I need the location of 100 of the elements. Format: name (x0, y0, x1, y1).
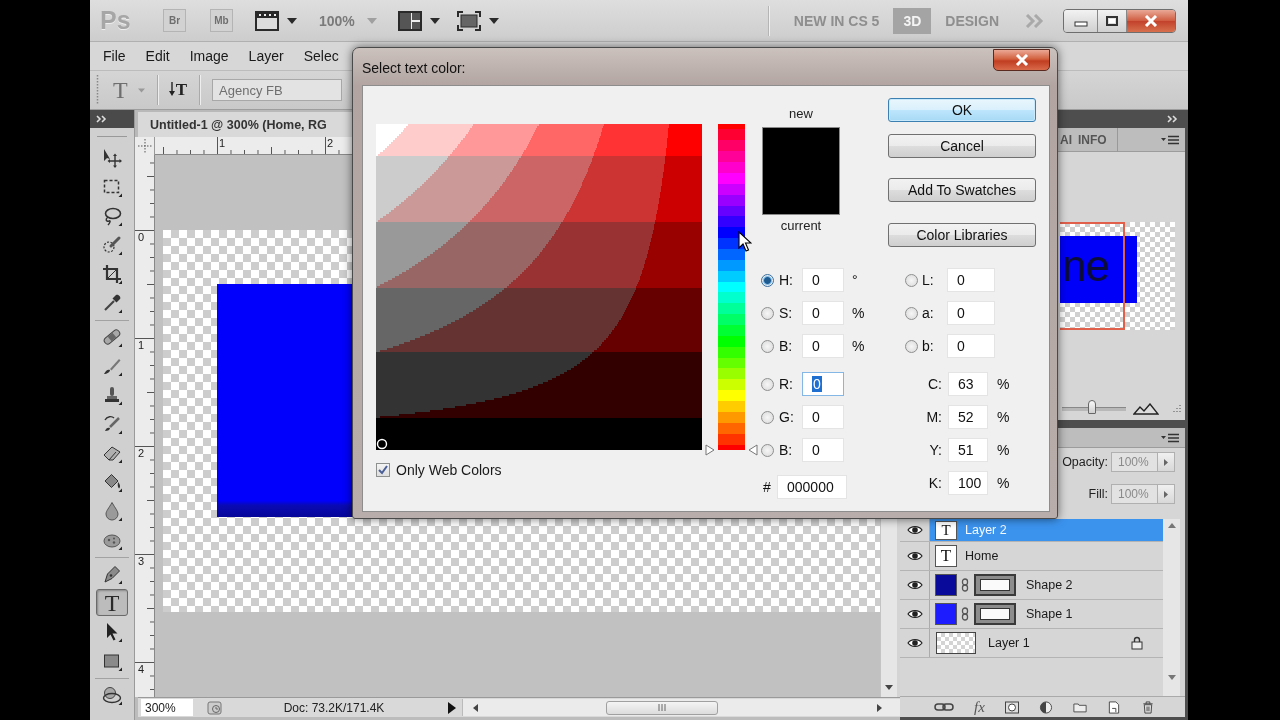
panel-menu-icon[interactable] (1161, 134, 1179, 145)
value-field[interactable]: 0 (947, 334, 995, 358)
lasso-icon (102, 205, 122, 226)
text-orientation-button[interactable]: T (168, 80, 187, 100)
scroll-down-arrow-icon[interactable] (885, 685, 893, 690)
panes-icon (397, 10, 422, 31)
value-field[interactable]: 0 (802, 268, 844, 292)
panel-menu-icon[interactable] (1161, 432, 1179, 443)
scroll-up-arrow-icon[interactable] (1167, 523, 1176, 528)
close-button[interactable] (1127, 9, 1175, 32)
grip-icon (96, 75, 99, 105)
value-field[interactable]: 0 (802, 334, 844, 358)
fill-slider-button[interactable] (1158, 484, 1175, 504)
resize-grip-icon[interactable] (1171, 404, 1181, 414)
hue-slider-handle[interactable] (705, 444, 758, 456)
scroll-left-arrow-icon[interactable] (473, 703, 478, 712)
maximize-button[interactable] (1098, 9, 1127, 32)
radio-button[interactable] (905, 273, 918, 287)
mountains-icon[interactable] (1133, 403, 1159, 415)
menu-item[interactable]: Layer (238, 45, 294, 67)
layer-row[interactable]: Shape 2 (930, 571, 1163, 599)
color-swatch[interactable] (763, 171, 839, 214)
view-extras-button[interactable] (255, 10, 297, 31)
pen-icon (102, 563, 122, 584)
radio-button[interactable] (761, 306, 774, 320)
tool-button[interactable]: T (96, 589, 128, 616)
close-icon (1014, 54, 1029, 66)
zoom-field[interactable]: 300% (141, 699, 193, 716)
ruler-label: 1 (138, 340, 145, 351)
opacity-slider-button[interactable] (1158, 452, 1175, 472)
circle-square-icon[interactable] (1004, 700, 1019, 714)
value-field[interactable]: 51 (948, 438, 988, 462)
half-circle-icon[interactable] (1038, 700, 1053, 714)
layers-scrollbar[interactable] (1163, 519, 1180, 696)
scroll-down-arrow-icon[interactable] (1167, 675, 1176, 680)
link-icon[interactable] (934, 702, 954, 712)
triangle-right-icon[interactable] (448, 701, 456, 714)
value-field[interactable]: 63 (948, 372, 988, 396)
layer-name: Layer 1 (988, 636, 1030, 650)
radio-button[interactable] (761, 339, 774, 353)
radio-button[interactable] (905, 339, 918, 353)
font-family-field[interactable]: Agency FB (212, 79, 342, 101)
menu-item[interactable]: Image (179, 45, 239, 67)
radio-button[interactable] (761, 273, 774, 287)
dialog-button[interactable]: Cancel (888, 134, 1036, 158)
menu-item[interactable]: Selec (293, 45, 349, 67)
clock-icon[interactable] (207, 700, 223, 715)
picker-ring-icon[interactable] (376, 438, 388, 450)
value-field[interactable]: 0 (802, 405, 844, 429)
move-icon (102, 147, 122, 168)
layer-name: Shape 1 (1026, 607, 1073, 621)
panel-tab[interactable]: AI (1060, 132, 1078, 147)
value-field[interactable]: 0 (947, 301, 995, 325)
chain-link-icon[interactable] (961, 607, 969, 621)
dialog-button[interactable]: Color Libraries (888, 223, 1036, 247)
chain-link-icon[interactable] (961, 578, 969, 592)
color-swatch[interactable] (763, 128, 839, 171)
hex-field[interactable]: 000000 (777, 475, 847, 499)
scroll-right-arrow-icon[interactable] (877, 703, 882, 712)
color-field[interactable] (376, 124, 702, 450)
radio-button[interactable] (905, 306, 918, 320)
triangle-right-icon (1164, 458, 1168, 466)
field-label: b: (922, 338, 935, 354)
dialog-button[interactable]: Add To Swatches (888, 178, 1036, 202)
lock-icon[interactable] (1131, 636, 1143, 650)
horizontal-scrollbar[interactable] (462, 699, 900, 716)
scrollbar-thumb[interactable] (606, 700, 718, 715)
trash-icon[interactable] (1140, 700, 1155, 714)
zoom-slider-thumb[interactable] (1088, 400, 1097, 414)
layer-row[interactable]: T Home (930, 542, 1163, 570)
radio-button[interactable] (761, 443, 774, 457)
panel-tab[interactable]: INFO (1078, 127, 1118, 152)
radio-button[interactable] (761, 410, 774, 424)
arrange-documents-button[interactable] (397, 10, 440, 31)
eye-icon (906, 551, 923, 561)
checkbox[interactable] (376, 463, 390, 477)
folder-icon[interactable] (1072, 700, 1087, 714)
field-label: B: (779, 338, 794, 354)
screen-mode-button[interactable] (456, 10, 499, 31)
menu-item[interactable]: File (93, 45, 136, 67)
thumbnail-text: ne (1062, 244, 1109, 288)
close-button[interactable] (993, 49, 1050, 71)
field-label: H: (779, 272, 794, 288)
value-field[interactable]: 0 (802, 438, 844, 462)
new-page-icon[interactable] (1106, 700, 1121, 714)
layer-row[interactable]: Shape 1 (930, 600, 1163, 628)
value-field[interactable]: 0 (802, 301, 844, 325)
layer-style-button[interactable]: fx (974, 698, 985, 716)
menu-item[interactable]: Edit (135, 45, 180, 67)
vector-mask-thumbnail (974, 603, 1016, 625)
value-field[interactable]: 100 (948, 471, 988, 495)
value-field[interactable]: 52 (948, 405, 988, 429)
field-label: K: (927, 475, 942, 491)
radio-button[interactable] (761, 377, 774, 391)
value-field[interactable]: 0 (947, 268, 995, 292)
value-field[interactable]: 0 (802, 372, 844, 396)
layer-row[interactable]: T Layer 2 (930, 519, 1163, 541)
minimize-button[interactable] (1064, 9, 1098, 32)
dialog-button[interactable]: OK (888, 98, 1036, 122)
layer-row[interactable]: Layer 1 (930, 629, 1163, 657)
